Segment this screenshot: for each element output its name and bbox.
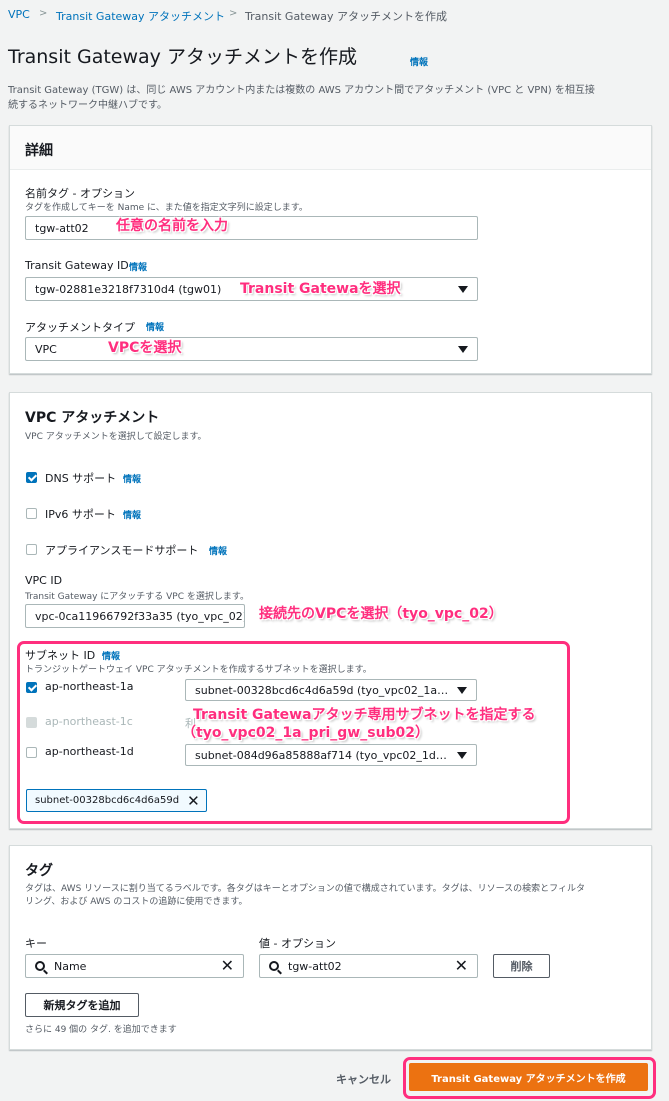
attachment-type-label: アタッチメントタイプ (25, 321, 135, 334)
tags-panel: タグ タグは、AWS リソースに割り当てるラベルです。各タグはキーとオプションの… (9, 845, 652, 1050)
annotation-vpc-id: 接続先のVPCを選択（tyo_vpc_02） (259, 606, 503, 622)
annotation-subnet-line2: （tyo_vpc02_1a_pri_gw_sub02） (182, 725, 430, 741)
tag-key-label: キー (25, 937, 47, 950)
chevron-down-icon (458, 345, 468, 353)
name-tag-description: タグを作成してキーを Name に、また値を指定文字列に設定します。 (25, 203, 308, 213)
tag-value-label: 値 - オプション (259, 937, 336, 950)
breadcrumb-tgw-attachments-link[interactable]: Transit Gateway アタッチメント (56, 8, 225, 24)
tgw-id-info-link[interactable]: 情報 (129, 260, 147, 273)
tags-description-line2: リング、および AWS のコストの追跡に使用できます。 (25, 897, 248, 907)
breadcrumb-separator: > (229, 8, 238, 19)
clear-icon[interactable]: ✕ (221, 958, 234, 974)
appliance-mode-checkbox[interactable] (26, 544, 37, 555)
vpc-id-label: VPC ID (25, 574, 63, 587)
vpc-id-input[interactable]: vpc-0ca11966792f33a35 (tyo_vpc_02) (25, 604, 245, 628)
appliance-mode-info-link[interactable]: 情報 (209, 544, 227, 557)
cancel-button[interactable]: キャンセル (336, 1071, 391, 1087)
tag-value-input[interactable]: tgw-att02 ✕ (259, 954, 478, 978)
tags-description-line1: タグは、AWS リソースに割り当てるラベルです。各タグはキーとオプションの値で構… (25, 884, 585, 894)
details-header: 詳細 (10, 126, 651, 170)
ipv6-support-checkbox[interactable] (26, 508, 37, 519)
vpc-id-value: vpc-0ca11966792f33a35 (tyo_vpc_02) (35, 609, 245, 623)
attachment-type-select[interactable]: VPC (25, 337, 478, 361)
tag-key-input[interactable]: Name ✕ (25, 954, 244, 978)
name-tag-input[interactable]: tgw-att02 (25, 216, 478, 240)
clear-icon[interactable]: ✕ (455, 958, 468, 974)
vpc-id-description: Transit Gateway にアタッチする VPC を選択します。 (25, 592, 249, 602)
chevron-down-icon (458, 285, 468, 293)
tags-heading: タグ (25, 863, 53, 879)
remove-tag-button[interactable]: 削除 (493, 954, 550, 978)
dns-support-label: DNS サポート (45, 472, 117, 485)
tgw-id-value: tgw-02881e3218f7310d4 (tgw01) (35, 282, 222, 296)
tag-value-value: tgw-att02 (288, 959, 342, 973)
attachment-type-info-link[interactable]: 情報 (146, 320, 164, 333)
details-panel: 詳細 名前タグ - オプション タグを作成してキーを Name に、また値を指定… (9, 125, 652, 374)
name-tag-label: 名前タグ - オプション (25, 187, 135, 200)
annotation-name: 任意の名前を入力 (116, 218, 228, 234)
page-description-line2: 続するネットワーク中継ハブです。 (8, 100, 167, 111)
breadcrumb-separator: > (39, 8, 48, 19)
ipv6-support-info-link[interactable]: 情報 (123, 508, 141, 521)
attachment-type-value: VPC (35, 342, 57, 356)
page-title: Transit Gateway アタッチメントを作成 (8, 46, 357, 68)
annotation-subnet-line1: Transit Gatewaアタッチ専用サブネットを指定する (193, 707, 536, 723)
dns-support-checkbox[interactable] (26, 472, 37, 483)
page-description-line1: Transit Gateway (TGW) は、同じ AWS アカウント内または… (8, 85, 595, 96)
vpc-attachment-description: VPC アタッチメントを選択して設定します。 (25, 432, 207, 442)
ipv6-support-label: IPv6 サポート (45, 508, 116, 521)
add-tag-button[interactable]: 新規タグを追加 (25, 993, 139, 1017)
appliance-mode-label: アプライアンスモードサポート (45, 544, 199, 557)
tags-remaining-hint: さらに 49 個の タグ. を追加できます (25, 1025, 177, 1035)
tgw-id-label: Transit Gateway ID (25, 259, 129, 272)
annotation-tgw: Transit Gatewaを選択 (240, 281, 401, 297)
annotation-vpc: VPCを選択 (108, 340, 182, 356)
search-icon (269, 961, 279, 971)
name-tag-value: tgw-att02 (35, 221, 89, 235)
vpc-attachment-heading: VPC アタッチメント (25, 410, 160, 426)
details-heading: 詳細 (25, 143, 53, 159)
breadcrumb-current: Transit Gateway アタッチメントを作成 (245, 10, 448, 23)
dns-support-info-link[interactable]: 情報 (123, 472, 141, 485)
search-icon (35, 961, 45, 971)
breadcrumb-vpc-link[interactable]: VPC (8, 8, 30, 21)
page-info-link[interactable]: 情報 (410, 55, 428, 68)
create-button-highlight-box (403, 1057, 656, 1099)
tag-key-value: Name (54, 959, 87, 973)
